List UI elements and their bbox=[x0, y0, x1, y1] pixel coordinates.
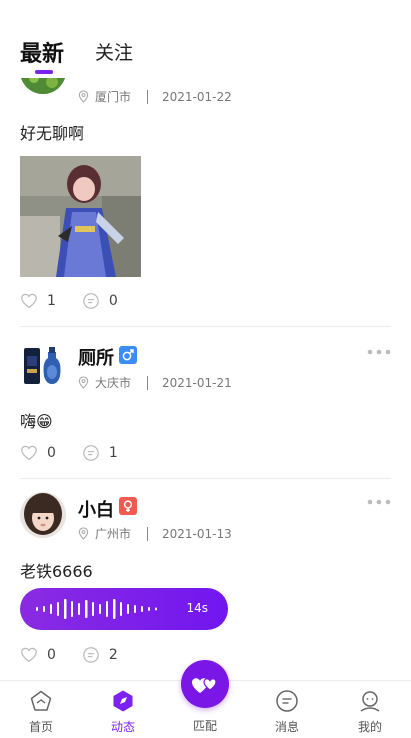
avatar[interactable] bbox=[20, 342, 66, 388]
post-location: 广州市 bbox=[95, 527, 132, 541]
post-meta: 广州市 2021-01-13 bbox=[78, 525, 232, 542]
comment-count: 1 bbox=[108, 445, 118, 461]
top-tabs: 最新 关注 bbox=[0, 0, 411, 78]
voice-message-player[interactable]: 14s bbox=[20, 588, 228, 630]
post-actions: 0 2 bbox=[20, 646, 144, 664]
like-heart-icon[interactable] bbox=[20, 444, 38, 462]
messages-icon bbox=[276, 690, 298, 712]
post-text: 老铁6666 bbox=[20, 562, 93, 581]
like-heart-icon[interactable] bbox=[20, 646, 38, 664]
home-icon bbox=[30, 690, 52, 711]
comment-icon[interactable] bbox=[82, 444, 100, 462]
post-actions: 0 1 bbox=[20, 444, 144, 462]
tab-active-indicator bbox=[35, 70, 53, 74]
post-location: 厦门市 bbox=[95, 90, 132, 104]
tab-follow[interactable]: 关注 bbox=[95, 38, 133, 65]
post-location: 大庆市 bbox=[95, 376, 132, 390]
tabbar-messages-label: 消息 bbox=[274, 720, 299, 734]
tabbar-home[interactable]: 首页 bbox=[0, 681, 82, 738]
like-heart-icon[interactable] bbox=[20, 292, 38, 310]
post-text: 好无聊啊 bbox=[20, 124, 85, 143]
post-date: 2021-01-21 bbox=[162, 375, 232, 390]
user-name[interactable]: 小白 bbox=[78, 496, 114, 522]
profile-icon bbox=[360, 691, 380, 712]
comment-icon[interactable] bbox=[82, 646, 100, 664]
post-meta: 大庆市 2021-01-21 bbox=[78, 374, 232, 391]
post-divider bbox=[20, 326, 391, 327]
more-options-icon[interactable] bbox=[367, 349, 391, 355]
location-pin-icon bbox=[78, 376, 89, 389]
tab-latest[interactable]: 最新 bbox=[20, 36, 64, 68]
user-name[interactable]: 厕所 bbox=[78, 344, 114, 370]
like-count: 0 bbox=[47, 445, 56, 461]
tabbar-home-label: 首页 bbox=[28, 720, 53, 734]
post-divider bbox=[20, 478, 391, 479]
location-pin-icon bbox=[78, 527, 89, 540]
more-options-icon[interactable] bbox=[367, 499, 391, 505]
post-date: 2021-01-22 bbox=[162, 89, 232, 104]
feed[interactable]: 厦门市 2021-01-22 好无聊啊 1 0 厕所 大庆市 2021-01-2… bbox=[0, 78, 411, 678]
tabbar-mine-label: 我的 bbox=[357, 720, 382, 734]
male-gender-badge-icon bbox=[119, 346, 137, 364]
voice-waveform-icon bbox=[36, 599, 157, 619]
avatar[interactable] bbox=[20, 78, 66, 94]
female-gender-badge-icon bbox=[119, 497, 137, 515]
tabbar-match-label[interactable]: 匹配 bbox=[164, 717, 246, 734]
match-button[interactable] bbox=[181, 660, 229, 708]
tabbar-messages[interactable]: 消息 bbox=[246, 681, 328, 738]
post-meta: 厦门市 2021-01-22 bbox=[78, 88, 232, 105]
post-date: 2021-01-13 bbox=[162, 526, 232, 541]
like-count: 1 bbox=[47, 293, 56, 309]
post-image[interactable] bbox=[20, 156, 141, 277]
moments-icon bbox=[113, 690, 133, 712]
comment-count: 2 bbox=[108, 647, 118, 663]
meta-separator bbox=[147, 526, 149, 541]
match-hearts-icon bbox=[192, 678, 217, 693]
voice-duration: 14s bbox=[186, 601, 208, 615]
tabbar-moments[interactable]: 动态 bbox=[82, 681, 164, 738]
post-text: 嗨😁 bbox=[20, 412, 53, 431]
location-pin-icon bbox=[78, 90, 89, 103]
like-count: 0 bbox=[47, 647, 56, 663]
tabbar-moments-label: 动态 bbox=[110, 720, 135, 734]
post-actions: 1 0 bbox=[20, 292, 144, 310]
comment-count: 0 bbox=[108, 293, 118, 309]
avatar[interactable] bbox=[20, 492, 66, 538]
meta-separator bbox=[147, 89, 149, 104]
meta-separator bbox=[147, 375, 149, 390]
comment-icon[interactable] bbox=[82, 292, 100, 310]
tabbar-mine[interactable]: 我的 bbox=[329, 681, 411, 738]
